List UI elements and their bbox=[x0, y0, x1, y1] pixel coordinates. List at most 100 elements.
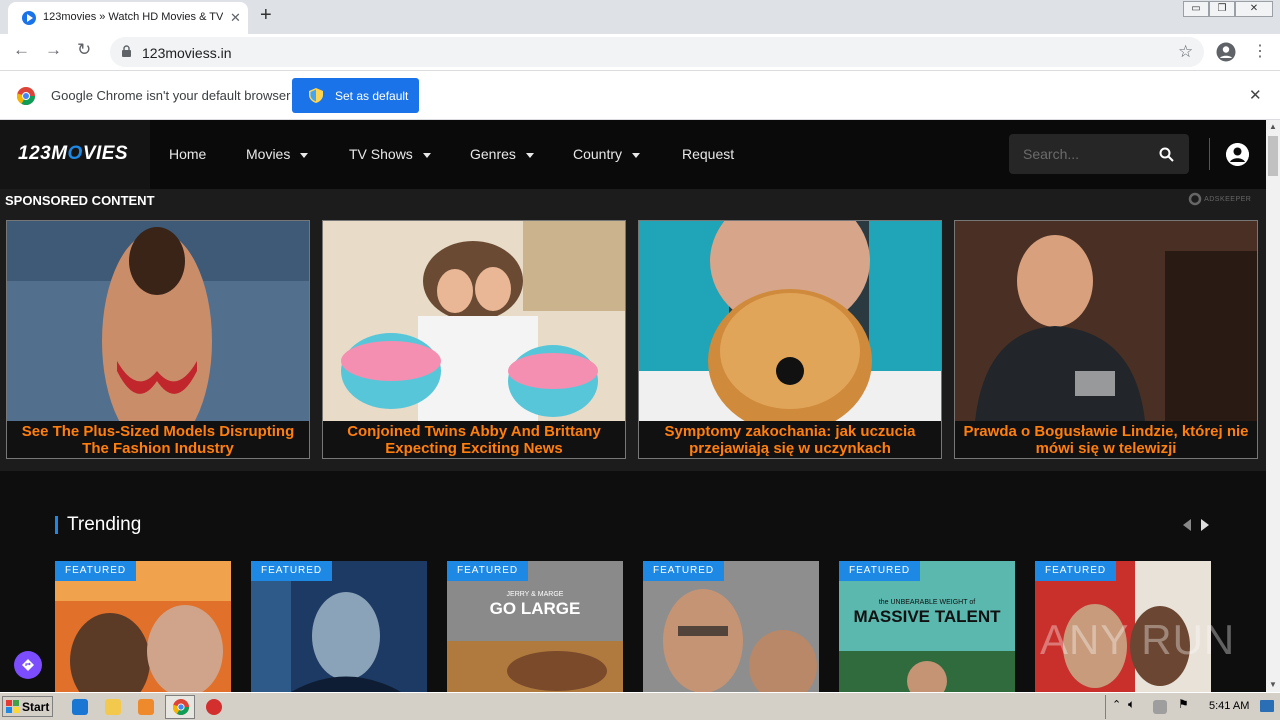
search-icon[interactable] bbox=[1159, 147, 1174, 162]
nav-genres[interactable]: Genres bbox=[470, 146, 534, 162]
sponsored-title: SPONSORED CONTENT bbox=[5, 193, 155, 208]
infobar-message: Google Chrome isn't your default browser bbox=[51, 88, 291, 103]
sponsored-image bbox=[7, 221, 309, 421]
chrome-logo-icon bbox=[173, 699, 189, 715]
profile-icon[interactable] bbox=[1216, 42, 1236, 62]
flag-icon[interactable]: ⚑ bbox=[1178, 697, 1189, 711]
caret-down-icon bbox=[525, 152, 534, 158]
tab-close-icon[interactable]: ✕ bbox=[230, 10, 241, 26]
show-desktop-icon[interactable] bbox=[1260, 700, 1274, 712]
caret-down-icon bbox=[422, 152, 431, 158]
restore-button[interactable]: ❐ bbox=[1209, 1, 1235, 17]
minimize-button[interactable]: ▭ bbox=[1183, 1, 1209, 17]
next-arrow-icon[interactable] bbox=[1201, 519, 1209, 531]
sponsored-section: SPONSORED CONTENT ADSKEEPER See The Plus… bbox=[0, 189, 1266, 471]
bookmark-star-icon[interactable]: ☆ bbox=[1178, 42, 1193, 62]
movie-poster[interactable]: the UNBEARABLE WEIGHT of MASSIVE TALENT … bbox=[839, 561, 1015, 692]
address-bar[interactable]: 123moviess.in ☆ bbox=[110, 37, 1204, 67]
chrome-taskbar-button[interactable] bbox=[165, 695, 195, 719]
poster-subtitle: the UNBEARABLE WEIGHT of bbox=[878, 599, 976, 606]
stop-sign-icon[interactable] bbox=[206, 699, 222, 715]
movie-poster[interactable]: FEATURED bbox=[643, 561, 819, 692]
scroll-up-icon[interactable]: ▲ bbox=[1269, 122, 1277, 131]
movie-poster[interactable]: JERRY & MARGE GO LARGE FEATURED bbox=[447, 561, 623, 692]
sponsored-caption: Prawda o Bogusławie Lindzie, której nie … bbox=[963, 423, 1249, 457]
ie-icon[interactable] bbox=[72, 699, 88, 715]
browser-toolbar: ← → ↻ 123moviess.in ☆ ⋮ bbox=[0, 34, 1280, 71]
scroll-down-icon[interactable]: ▼ bbox=[1269, 680, 1277, 689]
chat-widget-button[interactable] bbox=[14, 651, 42, 679]
caret-down-icon bbox=[300, 152, 309, 158]
page-scrollbar[interactable]: ▲ ▼ bbox=[1266, 120, 1280, 692]
media-player-icon[interactable] bbox=[138, 699, 154, 715]
featured-badge: FEATURED bbox=[55, 561, 137, 581]
taskbar-clock: 5:41 AM bbox=[1209, 700, 1250, 712]
reload-icon[interactable]: ↻ bbox=[77, 40, 91, 60]
sponsored-image bbox=[955, 221, 1257, 421]
sponsored-caption: Conjoined Twins Abby And Brittany Expect… bbox=[347, 423, 601, 457]
sponsored-card[interactable]: Prawda o Bogusławie Lindzie, której nie … bbox=[954, 220, 1258, 459]
folder-icon[interactable] bbox=[105, 699, 121, 715]
adskeeper-icon bbox=[1188, 192, 1202, 206]
browser-tab[interactable]: 123movies » Watch HD Movies & TV ✕ bbox=[8, 2, 248, 34]
movie-poster[interactable]: FEATURED bbox=[251, 561, 427, 692]
sponsored-image bbox=[323, 221, 625, 421]
nav-movies[interactable]: Movies bbox=[246, 146, 309, 162]
start-button[interactable]: Start bbox=[2, 696, 53, 717]
url-text: 123moviess.in bbox=[142, 45, 232, 61]
trending-title: Trending bbox=[67, 514, 142, 535]
sponsored-caption: Symptomy zakochania: jak uczucia przejaw… bbox=[664, 423, 916, 457]
nav-request[interactable]: Request bbox=[682, 146, 734, 162]
sponsored-caption: See The Plus-Sized Models Disrupting The… bbox=[21, 423, 295, 457]
featured-badge: FEATURED bbox=[839, 561, 921, 581]
nav-tv-shows[interactable]: TV Shows bbox=[349, 146, 431, 162]
tab-title: 123movies » Watch HD Movies & TV bbox=[43, 11, 223, 23]
nav-home[interactable]: Home bbox=[169, 146, 206, 162]
sponsored-card[interactable]: Symptomy zakochania: jak uczucia przejaw… bbox=[638, 220, 942, 459]
section-accent-bar bbox=[55, 516, 58, 534]
network-icon[interactable] bbox=[1153, 700, 1167, 714]
diamond-arrow-icon bbox=[22, 659, 34, 671]
scrollbar-thumb[interactable] bbox=[1268, 136, 1278, 176]
featured-badge: FEATURED bbox=[643, 561, 725, 581]
chrome-logo-icon bbox=[17, 87, 35, 105]
set-as-default-button[interactable]: Set as default bbox=[292, 78, 419, 113]
caret-down-icon bbox=[632, 152, 641, 158]
default-browser-infobar: Google Chrome isn't your default browser… bbox=[0, 71, 1280, 120]
close-window-button[interactable]: ✕ bbox=[1235, 1, 1273, 17]
sponsored-image bbox=[639, 221, 941, 421]
forward-arrow-icon[interactable]: → bbox=[45, 40, 62, 60]
menu-kebab-icon[interactable]: ⋮ bbox=[1252, 41, 1268, 61]
tray-divider bbox=[1105, 695, 1106, 719]
tray-expand-icon[interactable]: ⌃ bbox=[1112, 698, 1121, 711]
set-as-default-label: Set as default bbox=[335, 89, 409, 103]
infobar-close-icon[interactable]: ✕ bbox=[1249, 86, 1262, 104]
featured-badge: FEATURED bbox=[447, 561, 529, 581]
nav-country[interactable]: Country bbox=[573, 146, 641, 162]
user-account-icon[interactable] bbox=[1226, 143, 1249, 166]
featured-badge: FEATURED bbox=[251, 561, 333, 581]
site-header: 123MOVIES Home Movies TV Shows Genres Co… bbox=[0, 120, 1266, 189]
shield-icon bbox=[309, 88, 323, 103]
new-tab-button[interactable]: + bbox=[260, 4, 272, 27]
adskeeper-logo: ADSKEEPER bbox=[1188, 192, 1251, 206]
back-arrow-icon[interactable]: ← bbox=[13, 40, 30, 60]
start-label: Start bbox=[22, 700, 50, 714]
logo-link[interactable]: 123MOVIES bbox=[0, 120, 150, 189]
play-favicon-icon bbox=[22, 11, 36, 25]
lock-icon bbox=[122, 45, 131, 57]
volume-icon[interactable]: 🔈︎ bbox=[1128, 697, 1135, 712]
prev-arrow-icon[interactable] bbox=[1183, 519, 1191, 531]
movie-poster[interactable]: FEATURED bbox=[55, 561, 231, 692]
windows-taskbar: Start ⌃ 🔈︎ ⚑ 5:41 AM bbox=[0, 692, 1280, 720]
sponsored-card[interactable]: Conjoined Twins Abby And Brittany Expect… bbox=[322, 220, 626, 459]
poster-title: GO LARGE bbox=[489, 599, 581, 618]
anyrun-watermark: ANY RUN bbox=[1040, 616, 1236, 663]
featured-badge: FEATURED bbox=[1035, 561, 1117, 581]
sponsored-card[interactable]: See The Plus-Sized Models Disrupting The… bbox=[6, 220, 310, 459]
poster-subtitle: JERRY & MARGE bbox=[506, 591, 564, 598]
header-divider bbox=[1209, 138, 1210, 170]
windows-logo-icon bbox=[6, 700, 19, 713]
site-logo: 123MOVIES bbox=[18, 143, 129, 164]
tab-strip: 123movies » Watch HD Movies & TV ✕ + ▭ ❐… bbox=[0, 0, 1280, 34]
